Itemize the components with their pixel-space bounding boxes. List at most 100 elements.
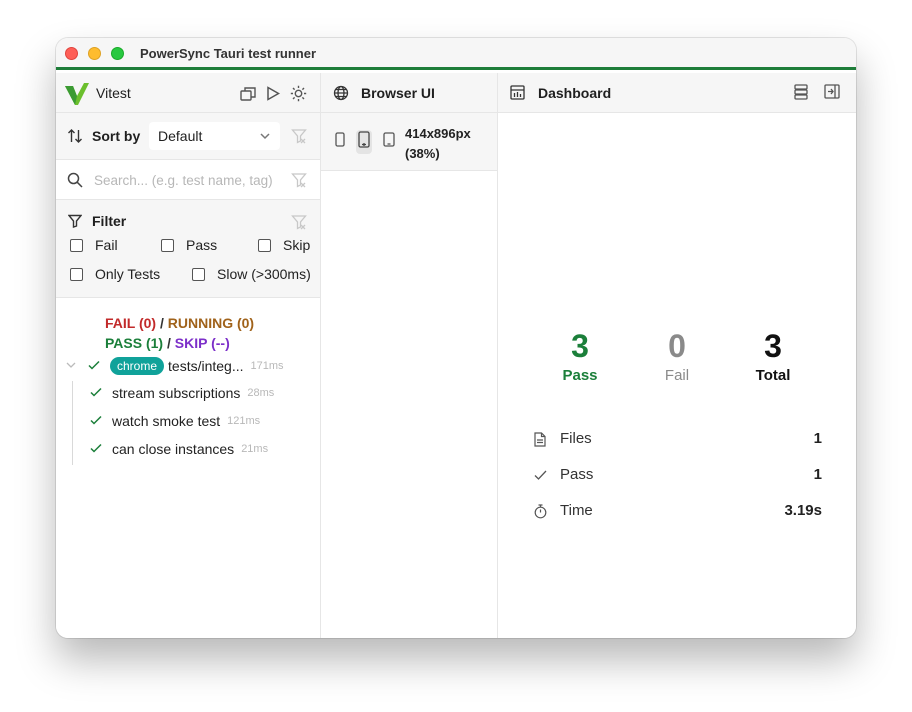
test-duration: 121ms	[227, 415, 261, 427]
zoom-window-button[interactable]	[111, 47, 124, 60]
sort-label: Sort by	[92, 128, 141, 144]
pass-detail-value: 1	[813, 466, 822, 483]
viewport-dimensions: 414x896px	[405, 126, 471, 141]
total-stat: 3 Total	[733, 326, 813, 386]
pass-check-icon	[90, 386, 102, 401]
theme-toggle-icon[interactable]	[289, 84, 307, 102]
filter-pass-checkbox[interactable]: Pass	[161, 237, 217, 253]
close-window-button[interactable]	[65, 47, 78, 60]
browser-ui-title: Browser UI	[361, 85, 435, 101]
search-input[interactable]	[94, 170, 282, 190]
dashboard-icon	[510, 85, 525, 105]
filter-fail-checkbox[interactable]: Fail	[70, 237, 118, 253]
total-label: Total	[755, 367, 791, 384]
stopwatch-icon	[534, 504, 547, 523]
filter-only-tests-label: Only Tests	[95, 266, 161, 282]
run-all-icon[interactable]	[264, 84, 282, 102]
summary-separator: /	[159, 315, 164, 331]
filter-slow-label: Slow (>300ms)	[217, 266, 311, 282]
test-name: watch smoke test	[112, 413, 221, 429]
window-title: PowerSync Tauri test runner	[140, 46, 317, 61]
chevron-down-icon	[259, 129, 271, 145]
files-label: Files	[560, 430, 592, 447]
clear-sort-icon[interactable]	[291, 128, 307, 149]
viewport-toolbar: 414x896px (38%)	[321, 113, 497, 171]
checkbox-box[interactable]	[70, 238, 83, 252]
pass-check-icon	[90, 442, 102, 457]
filter-skip-label: Skip	[283, 237, 311, 253]
fail-count: 0	[668, 328, 686, 364]
pass-check-icon	[88, 359, 100, 374]
pass-check-icon	[90, 414, 102, 429]
test-explorer-panel: Vitest Sort by Default Search... (e.g. t…	[56, 73, 321, 638]
test-row[interactable]: can close instances 21ms	[90, 441, 268, 457]
browser-ui-panel: Browser UI 414x896px (38%)	[321, 73, 498, 638]
globe-icon	[333, 85, 349, 106]
file-icon	[534, 432, 546, 451]
clear-search-icon[interactable]	[291, 172, 307, 193]
test-name: can close instances	[112, 441, 235, 457]
minimize-window-button[interactable]	[88, 47, 101, 60]
filter-skip-checkbox[interactable]: Skip	[258, 237, 310, 253]
sort-row: Sort by Default	[56, 113, 320, 160]
test-row[interactable]: stream subscriptions 28ms	[90, 385, 274, 401]
files-value: 1	[813, 430, 822, 447]
sort-dropdown[interactable]: Default	[149, 122, 280, 150]
toggle-layout-icon[interactable]	[794, 84, 808, 105]
filter-pass-label: Pass	[186, 237, 218, 253]
search-icon	[67, 172, 83, 193]
pass-stat: 3 Pass	[540, 326, 620, 386]
search-row	[56, 160, 320, 200]
dashboard-header: Dashboard	[498, 73, 856, 113]
checkbox-box[interactable]	[161, 238, 174, 252]
dashboard-title: Dashboard	[538, 85, 612, 101]
summary-skip: SKIP (--)	[174, 335, 230, 351]
close-panel-icon[interactable]	[824, 84, 840, 104]
pass-count: 3	[571, 328, 589, 364]
sort-dropdown-value: Default	[158, 128, 203, 144]
time-detail-row: Time 3.19s	[534, 501, 822, 523]
filter-icon	[67, 214, 83, 233]
test-summary: FAIL (0) / RUNNING (0) PASS (1) / SKIP (…	[105, 313, 254, 353]
test-file-duration: 171ms	[250, 360, 284, 372]
pass-detail-row: Pass 1	[534, 465, 822, 487]
sort-icon	[67, 128, 83, 147]
checkbox-box[interactable]	[70, 267, 83, 281]
viewport-scale: (38%)	[405, 146, 440, 161]
checkbox-box[interactable]	[258, 238, 271, 252]
chevron-down-icon[interactable]	[66, 360, 76, 373]
test-file-row[interactable]: chrome tests/integ... 171ms	[66, 357, 284, 375]
app-name: Vitest	[96, 85, 131, 101]
filter-fail-label: Fail	[95, 237, 118, 253]
title-bar: PowerSync Tauri test runner	[56, 38, 856, 70]
filter-label: Filter	[92, 213, 127, 229]
time-label: Time	[560, 502, 593, 519]
filter-only-tests-checkbox[interactable]: Only Tests	[70, 266, 160, 282]
summary-fail: FAIL (0)	[105, 315, 157, 331]
clear-filter-icon[interactable]	[291, 214, 307, 235]
summary-pass: PASS (1)	[105, 335, 164, 351]
test-row[interactable]: watch smoke test 121ms	[90, 413, 260, 429]
total-count: 3	[764, 328, 782, 364]
collapse-all-icon[interactable]	[239, 84, 257, 102]
test-file-name: tests/integ...	[168, 358, 244, 374]
vitest-logo-icon	[64, 82, 90, 111]
desktop-device-icon[interactable]	[383, 132, 395, 152]
fail-label: Fail	[664, 367, 690, 384]
tablet-device-icon[interactable]	[356, 130, 372, 154]
app-window: PowerSync Tauri test runner Vitest Sort …	[56, 38, 856, 638]
test-duration: 21ms	[241, 443, 269, 455]
checkbox-box[interactable]	[192, 267, 205, 281]
check-icon	[534, 468, 547, 485]
dashboard-panel: Dashboard 3 Pass 0 Fail 3 Total Files 1	[498, 73, 856, 638]
mobile-device-icon[interactable]	[335, 132, 345, 152]
viewport-size-label: 414x896px (38%)	[405, 124, 471, 164]
filter-section: Filter Fail Pass Skip Only Tests Slow (>…	[56, 200, 320, 298]
filter-slow-checkbox[interactable]: Slow (>300ms)	[192, 266, 311, 282]
browser-badge: chrome	[110, 357, 165, 375]
files-detail-row: Files 1	[534, 429, 822, 451]
test-duration: 28ms	[247, 387, 275, 399]
test-name: stream subscriptions	[112, 385, 241, 401]
browser-ui-header: Browser UI	[321, 73, 497, 113]
pass-label: Pass	[562, 367, 598, 384]
